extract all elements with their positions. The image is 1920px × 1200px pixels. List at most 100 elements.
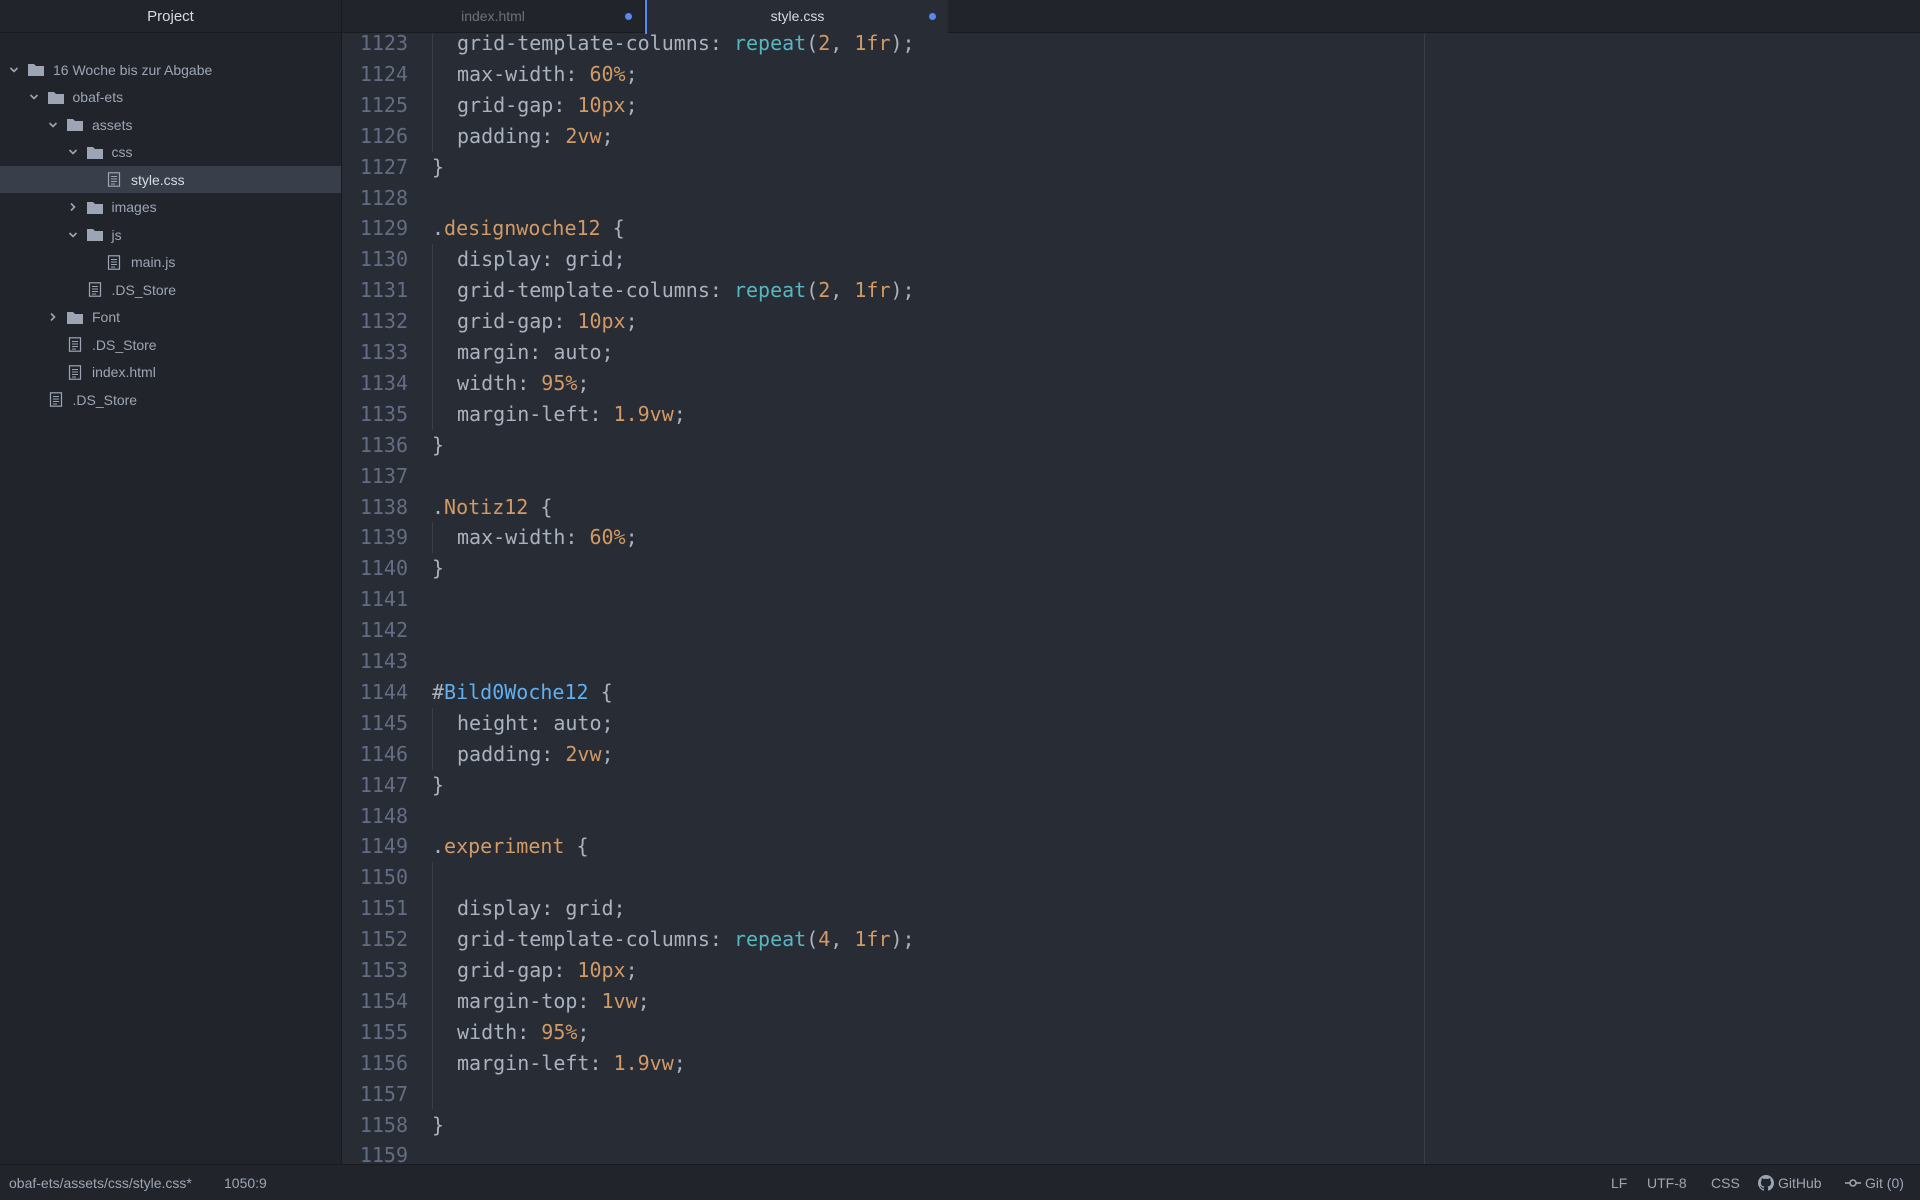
code-token: margin: auto; [457,340,614,364]
chevron-right-icon[interactable] [48,312,58,322]
tree-folder[interactable]: assets [0,111,341,138]
code-token: grid-template-columns: [457,927,734,952]
tree-folder[interactable]: js [0,221,341,248]
code-token: padding: [457,741,566,766]
indent-guide [432,924,433,955]
tree-item-label: images [111,199,157,215]
project-sidebar: Project 16 Woche bis zur Abgabe obaf-ets a… [0,0,342,1164]
indent-guide [432,58,433,90]
tree-item-label: style.css [131,171,185,188]
code-token: 2vw [565,741,602,766]
tree-file[interactable]: main.js [0,249,341,276]
chevron-down-icon[interactable] [68,147,78,157]
code-line[interactable]: display: grid; [457,893,626,924]
code-token: height: auto; [457,710,614,735]
code-line[interactable]: grid-template-columns: repeat(2, 1fr); [457,34,915,59]
status-file-path[interactable]: obaf-ets/assets/css/style.css* [9,1165,192,1200]
line-number: 1139 [359,525,408,550]
line-number: 1130 [359,247,408,272]
indent-guide [432,367,433,399]
code-line[interactable]: .experiment { [432,831,589,862]
status-github[interactable]: GitHub [1758,1165,1822,1200]
code-line[interactable]: .Notiz12 { [432,492,552,523]
status-cursor-position[interactable]: 1050:9 [224,1165,267,1200]
code-line[interactable]: } [432,1110,444,1141]
code-line[interactable]: margin-left: 1.9vw; [457,1048,686,1079]
code-line[interactable]: margin: auto; [457,337,614,368]
status-git[interactable]: Git (0) [1845,1165,1904,1200]
code-token: designwoche12 [444,216,601,241]
indent-guide [432,738,433,770]
line-number: 1132 [359,309,408,334]
line-number: 1151 [359,896,408,921]
tree-file[interactable]: style.css [0,166,341,193]
code-line[interactable]: display: grid; [457,244,626,275]
code-token: ; [673,401,686,426]
code-line[interactable]: padding: 2vw; [457,739,614,770]
code-token: 95% [541,1019,578,1044]
code-line[interactable]: max-width: 60%; [457,522,638,553]
line-number: 1145 [359,710,408,735]
status-encoding[interactable]: UTF-8 [1647,1165,1687,1200]
git-label: Git (0) [1865,1175,1904,1191]
code-line[interactable]: .designwoche12 { [432,213,625,244]
line-number: 1133 [359,340,408,364]
indent-guide [432,522,433,554]
tab-style-css[interactable]: style.css [645,0,948,34]
tree-folder[interactable]: 16 Woche bis zur Abgabe [0,56,341,83]
code-line[interactable]: width: 95%; [457,368,589,399]
code-token: Notiz12 [444,494,529,519]
code-token: max-width: [457,525,590,550]
code-token: 2 [818,34,831,55]
code-line[interactable]: height: auto; [457,708,614,739]
chevron-down-icon[interactable] [9,65,19,75]
status-grammar[interactable]: CSS [1711,1165,1740,1200]
tree-folder[interactable]: images [0,194,341,221]
line-number: 1148 [359,803,408,828]
code-line[interactable]: } [432,430,444,461]
chevron-down-icon[interactable] [29,92,39,102]
code-line[interactable]: grid-gap: 10px; [457,90,638,121]
git-commit-icon [1845,1179,1861,1187]
code-token: max-width: [457,61,590,86]
tab-index-html[interactable]: index.html [342,0,645,33]
tree-folder[interactable]: css [0,139,341,166]
chevron-down-icon[interactable] [48,120,58,130]
indent-guide [432,275,433,307]
tree-file[interactable]: .DS_Store [0,276,341,303]
modified-dot-icon [929,13,936,20]
tree-folder[interactable]: Font [0,304,341,331]
tab-bar: index.html style.css [342,0,1920,34]
code-line[interactable]: width: 95%; [457,1017,589,1048]
line-number: 1123 [359,34,408,55]
code-line[interactable]: grid-template-columns: repeat(2, 1fr); [457,275,915,306]
tree-folder[interactable]: obaf-ets [0,84,341,111]
code-line[interactable]: grid-template-columns: repeat(4, 1fr); [457,924,915,955]
code-line[interactable]: padding: 2vw; [457,121,614,152]
status-line-ending[interactable]: LF [1611,1165,1627,1200]
code-line[interactable]: } [432,770,444,801]
file-icon [66,337,84,352]
code-token: , [830,278,855,303]
tree-file[interactable]: index.html [0,359,341,386]
github-label: GitHub [1778,1175,1822,1191]
code-line[interactable]: #Bild0Woche12 { [432,677,613,708]
code-line[interactable]: } [432,152,444,183]
code-editor[interactable]: 1123 1124 1125 1126 1127 1128 1129 1130 1131 1132… [342,34,1920,1164]
code-token: 2vw [565,123,602,148]
tree-file[interactable]: .DS_Store [0,331,341,358]
line-number: 1154 [359,988,408,1013]
indent-guide [432,707,433,739]
code-line[interactable]: grid-gap: 10px; [457,955,638,986]
code-line[interactable]: margin-top: 1vw; [457,986,650,1017]
code-line[interactable]: max-width: 60%; [457,59,638,90]
code-line[interactable]: grid-gap: 10px; [457,306,638,337]
tree-file[interactable]: .DS_Store [0,386,341,413]
chevron-down-icon[interactable] [68,230,78,240]
code-area[interactable]: grid-template-columns: repeat(2, 1fr); ma… [432,34,1920,1164]
chevron-right-icon[interactable] [68,202,78,212]
tab-label: style.css [770,8,825,24]
code-line[interactable]: margin-left: 1.9vw; [457,399,686,430]
code-line[interactable]: } [432,553,444,584]
line-number: 1128 [359,185,408,210]
